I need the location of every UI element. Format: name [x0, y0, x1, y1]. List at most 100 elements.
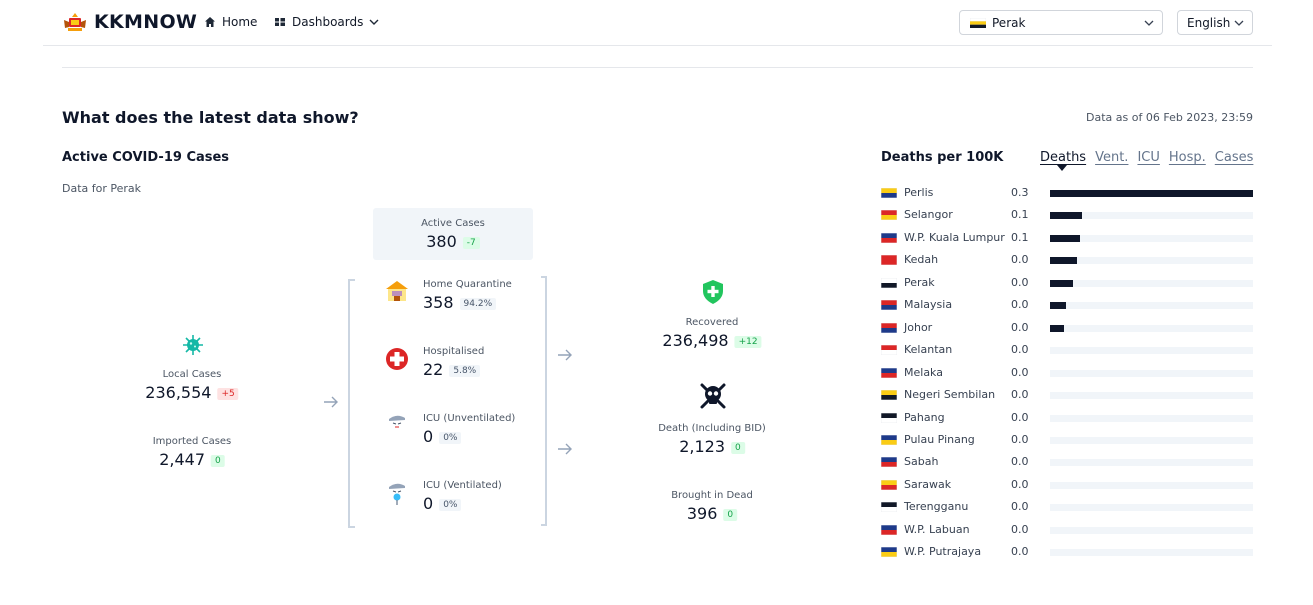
- bar-track: [1050, 212, 1253, 219]
- bar-track: [1050, 347, 1253, 354]
- active-cases-label: Active Cases: [421, 218, 485, 229]
- icu-unventilated-pct-badge: 0%: [439, 432, 462, 444]
- active-cases-value-row: 380 -7: [373, 232, 533, 251]
- state-flag-icon: [881, 255, 897, 265]
- state-name: Perlis: [904, 186, 934, 199]
- nav-dashboards-label: Dashboards: [292, 15, 364, 29]
- data-as-of: Data as of 06 Feb 2023, 23:59: [1086, 111, 1253, 124]
- state-value-label: 0.0: [1011, 500, 1029, 513]
- state-select[interactable]: Perak: [959, 10, 1163, 35]
- language-select-value: English: [1187, 15, 1231, 30]
- imported-cases-value: 2,447: [159, 450, 206, 469]
- state-flag-icon: [881, 502, 897, 512]
- home-quarantine-stat: Home Quarantine 358 94.2%: [423, 279, 512, 312]
- death-value-row: 2,123 0: [658, 437, 766, 456]
- death-delta-badge: 0: [731, 442, 745, 454]
- bar-track: [1050, 370, 1253, 377]
- hospitalised-pct-badge: 5.8%: [449, 365, 481, 377]
- state-select-value: Perak: [992, 15, 1026, 30]
- bar-track: [1050, 482, 1253, 489]
- nav-dashboards-dropdown[interactable]: Dashboards: [274, 15, 379, 29]
- state-flag-icon: [881, 210, 897, 220]
- state-flag-icon: [881, 233, 897, 243]
- state-flag-icon: [881, 300, 897, 310]
- state-flag-icon: [881, 345, 897, 355]
- bar-track: [1050, 549, 1253, 556]
- local-cases-label: Local Cases: [162, 369, 222, 380]
- state-value-label: 0.3: [1011, 186, 1029, 199]
- state-value-label: 0.0: [1011, 523, 1029, 536]
- state-flag-icon: [881, 413, 897, 423]
- bar-track: [1050, 235, 1253, 242]
- state-name: W.P. Putrajaya: [904, 545, 982, 558]
- brand-name[interactable]: KKMNOW: [94, 11, 197, 33]
- state-value-label: 0.0: [1011, 366, 1029, 379]
- bar-track: [1050, 437, 1253, 444]
- arrow-right-icon: [558, 349, 572, 361]
- local-cases-delta-badge: +5: [217, 388, 239, 400]
- state-flag-icon: [881, 323, 897, 333]
- local-cases-value: 236,554: [145, 383, 212, 402]
- state-name: Malaysia: [904, 298, 953, 311]
- state-row: Kelantan 0.0: [881, 343, 1253, 359]
- state-name: Perak: [904, 276, 935, 289]
- state-value-label: 0.0: [1011, 478, 1029, 491]
- state-name: W.P. Kuala Lumpur: [904, 231, 1005, 244]
- active-cases-box: Active Cases 380 -7: [373, 208, 533, 260]
- hospitalised-value-row: 22 5.8%: [423, 360, 484, 379]
- state-row: Terengganu 0.0: [881, 500, 1253, 516]
- nav-home-link[interactable]: Home: [204, 15, 257, 29]
- chevron-down-icon: [369, 19, 379, 25]
- tab-vent[interactable]: Vent.: [1095, 150, 1128, 165]
- state-row: W.P. Kuala Lumpur 0.1: [881, 231, 1253, 247]
- hospitalised-label: Hospitalised: [423, 346, 485, 357]
- state-row: Perak 0.0: [881, 276, 1253, 292]
- hospital-cross-icon: [386, 348, 408, 370]
- chevron-down-icon: [1144, 20, 1154, 26]
- death-value: 2,123: [679, 437, 726, 456]
- tab-icu[interactable]: ICU: [1137, 150, 1159, 165]
- malaysia-crest-logo[interactable]: [62, 12, 88, 32]
- bar-fill: [1050, 280, 1073, 287]
- tab-hosp[interactable]: Hosp.: [1169, 150, 1206, 165]
- state-flag-icon: [881, 368, 897, 378]
- state-row: W.P. Labuan 0.0: [881, 523, 1253, 539]
- recovered-delta-badge: +12: [734, 336, 762, 348]
- dashboard-grid-icon: [275, 18, 285, 26]
- icu-ventilated-stat: ICU (Ventilated) 0 0%: [423, 480, 502, 513]
- icu-unventilated-value: 0: [423, 427, 434, 446]
- state-value-label: 0.0: [1011, 388, 1029, 401]
- recovered-value-row: 236,498 +12: [662, 331, 762, 350]
- brought-in-dead-value-row: 396 0: [671, 504, 753, 523]
- state-value-label: 0.0: [1011, 253, 1029, 266]
- state-flag-icon: [881, 457, 897, 467]
- imported-cases-stat: Imported Cases 2,447 0: [153, 436, 232, 469]
- language-select[interactable]: English: [1177, 10, 1253, 35]
- imported-cases-label: Imported Cases: [152, 436, 232, 447]
- skull-crossbones-icon: [700, 383, 726, 409]
- state-name: Johor: [904, 321, 933, 334]
- imported-cases-delta-badge: 0: [211, 455, 225, 467]
- bar-track: [1050, 504, 1253, 511]
- recovered-label: Recovered: [685, 317, 739, 328]
- perak-flag-icon: [970, 17, 986, 28]
- recovered-stat: Recovered 236,498 +12: [662, 317, 762, 350]
- state-row: Melaka 0.0: [881, 366, 1253, 382]
- home-quarantine-pct-badge: 94.2%: [459, 298, 497, 310]
- state-row: Malaysia 0.0: [881, 298, 1253, 314]
- state-value-label: 0.0: [1011, 433, 1029, 446]
- state-value-label: 0.0: [1011, 276, 1029, 289]
- tab-deaths[interactable]: Deaths: [1040, 150, 1086, 165]
- icu-ventilated-pct-badge: 0%: [439, 499, 462, 511]
- nav-home-label: Home: [222, 15, 258, 29]
- state-flag-icon: [881, 278, 897, 288]
- bar-track: [1050, 302, 1253, 309]
- state-value-label: 0.0: [1011, 411, 1029, 424]
- state-flag-icon: [881, 480, 897, 490]
- active-cases-card-subtitle: Data for Perak: [62, 182, 142, 195]
- state-name: Selangor: [904, 208, 953, 221]
- tab-cases[interactable]: Cases: [1215, 150, 1254, 165]
- state-name: Negeri Sembilan: [904, 388, 996, 401]
- state-row: Johor 0.0: [881, 321, 1253, 337]
- state-name: Terengganu: [904, 500, 969, 513]
